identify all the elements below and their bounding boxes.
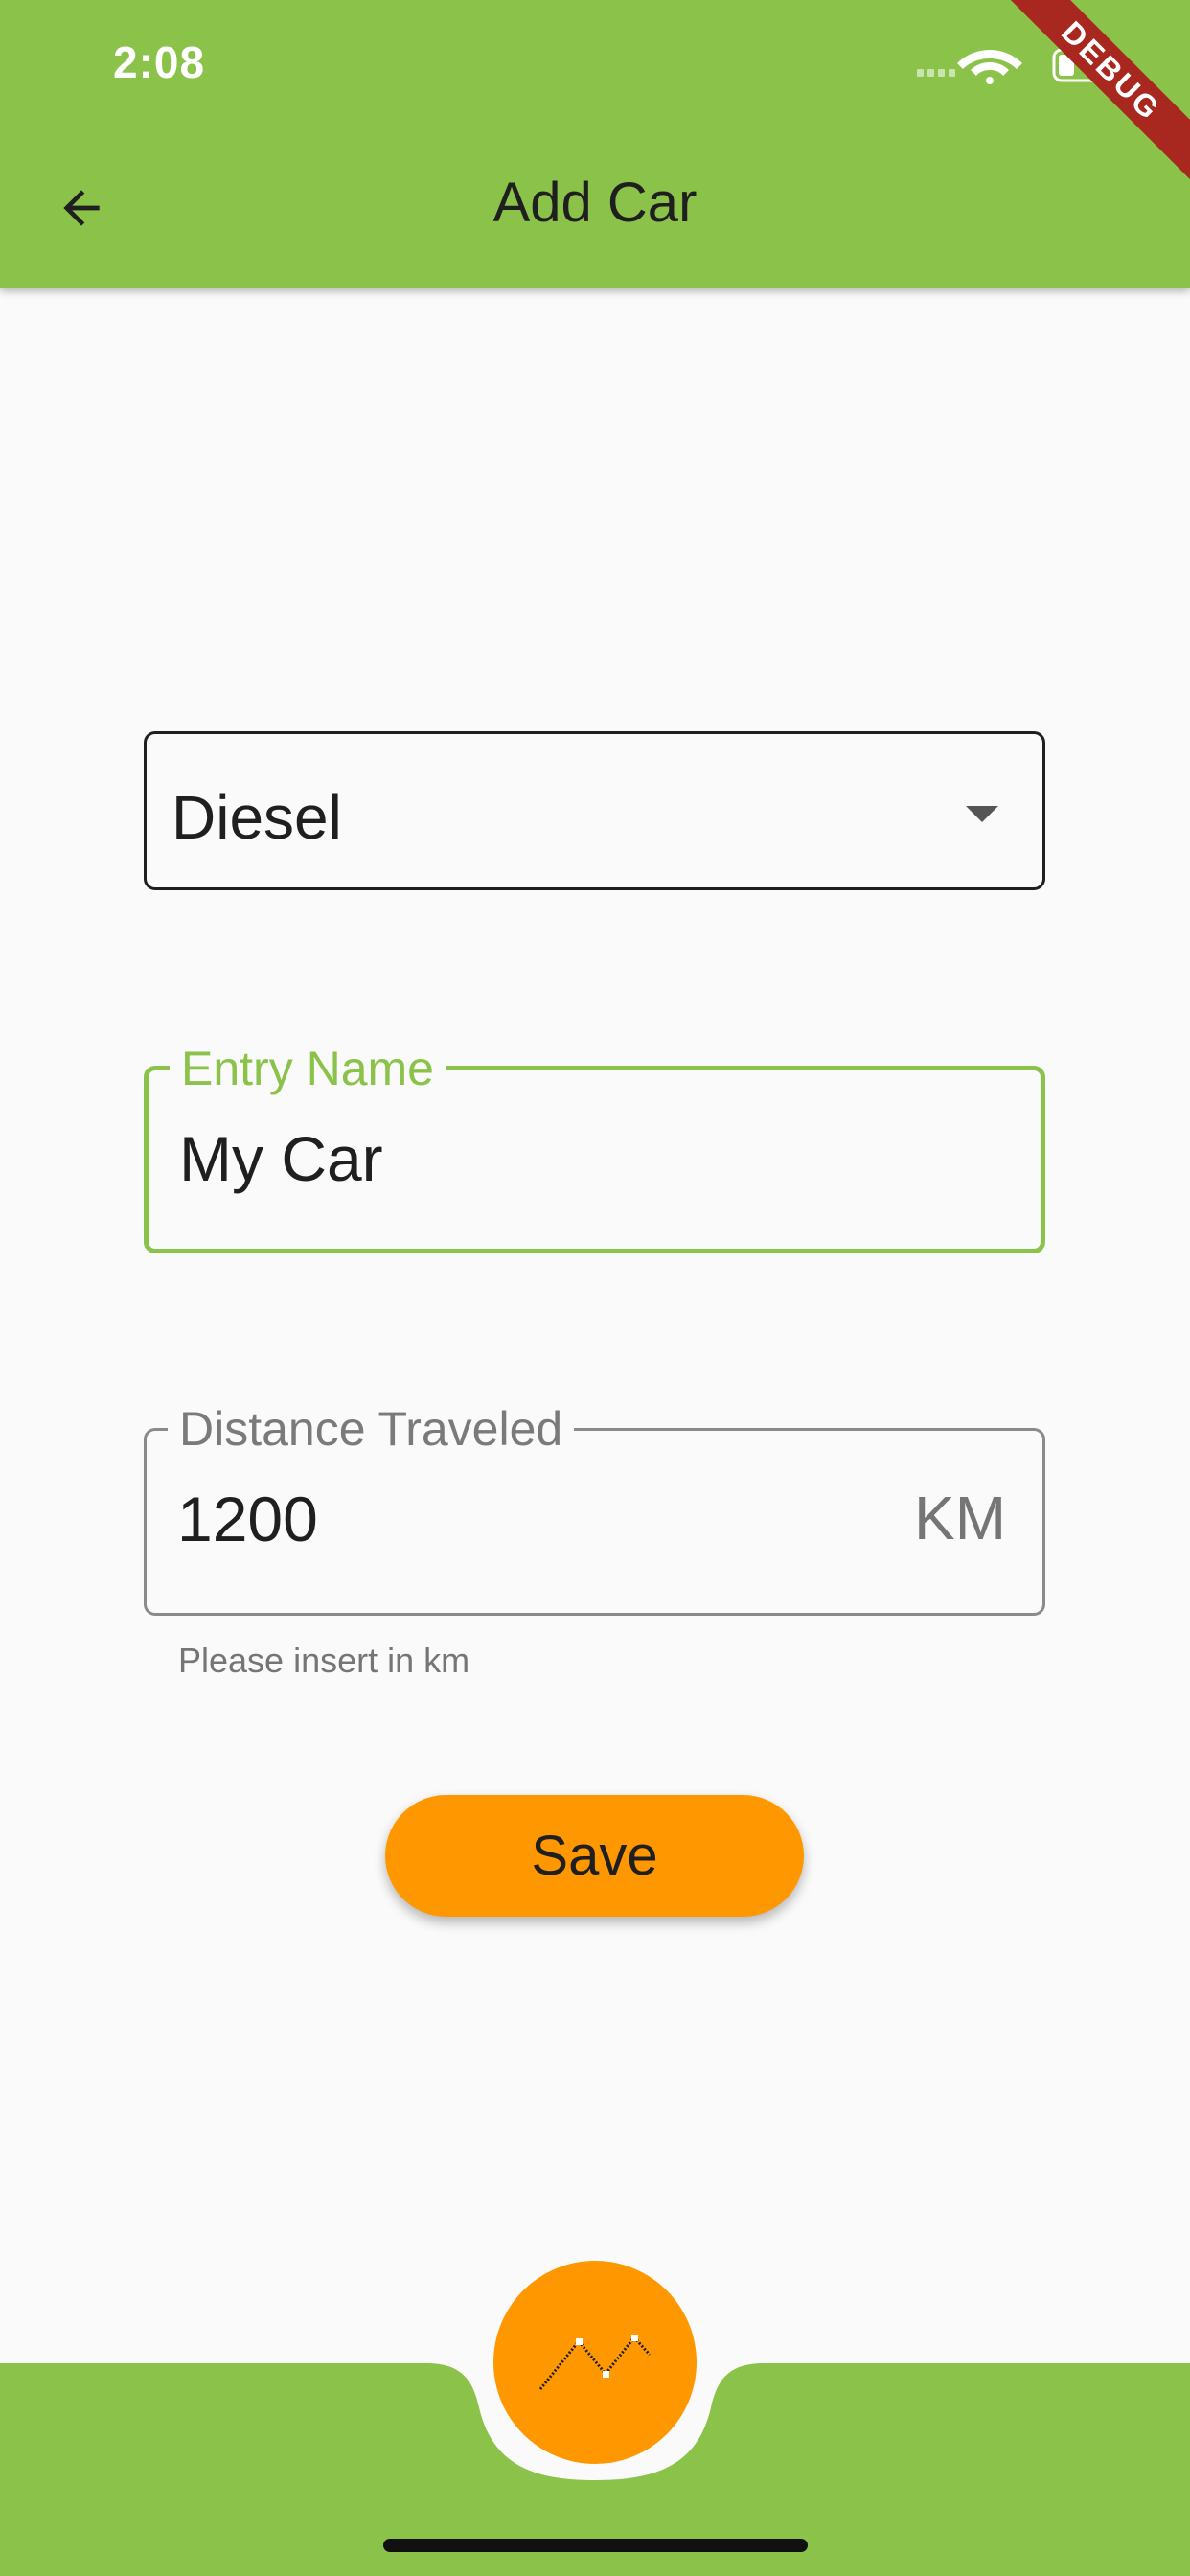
home-indicator[interactable] — [383, 2539, 808, 2552]
distance-unit-suffix: KM — [914, 1484, 1006, 1552]
distance-helper-text: Please insert in km — [178, 1641, 470, 1680]
distance-traveled-field[interactable]: Distance Traveled 1200 KM — [144, 1402, 1045, 1616]
statistics-fab[interactable] — [493, 2261, 697, 2464]
fuel-type-selected-value: Diesel — [172, 783, 342, 852]
save-button[interactable]: Save — [385, 1795, 804, 1917]
entry-name-label: Entry Name — [170, 1042, 446, 1095]
cellular-signal-icon — [917, 69, 955, 77]
line-chart-icon — [538, 2334, 652, 2390]
debug-banner-label: DEBUG — [998, 0, 1190, 192]
status-time: 2:08 — [113, 37, 206, 87]
distance-traveled-label: Distance Traveled — [168, 1402, 575, 1456]
fuel-type-dropdown[interactable]: Diesel — [144, 731, 1045, 890]
app-bar: 2:08 Add Car DEBUG — [0, 0, 1190, 288]
entry-name-field[interactable]: Entry Name My Car — [144, 1042, 1045, 1254]
distance-traveled-value: 1200 — [177, 1484, 318, 1554]
arrow-drop-down-icon — [966, 806, 998, 822]
entry-name-value: My Car — [179, 1123, 383, 1194]
debug-banner: DEBUG — [998, 0, 1190, 192]
